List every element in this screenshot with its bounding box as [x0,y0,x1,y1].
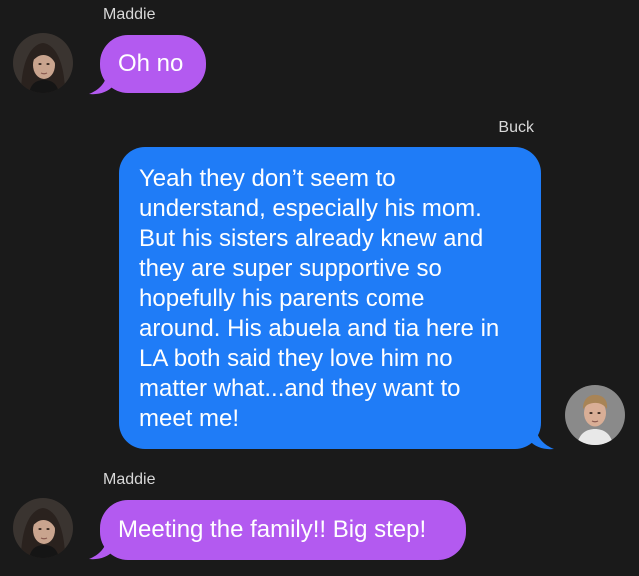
sender-name: Buck [498,119,534,136]
message-bubble-outgoing[interactable]: Yeah they don’t seem to understand, espe… [119,147,541,449]
bubble-tail [530,428,554,450]
buck-avatar-icon[interactable] [565,385,625,445]
message-bubble-incoming[interactable]: Meeting the family!! Big step! [100,500,466,560]
message-text: Meeting the family!! Big step! [118,516,427,543]
message-text: Oh no [118,50,184,77]
message-bubble-incoming[interactable]: Oh no [100,35,206,93]
sender-name: Maddie [103,471,156,488]
bubble-tail [89,538,113,560]
maddie-avatar-icon[interactable] [13,33,73,93]
bubble-tail [89,73,113,95]
message-text: Yeah they don’t seem to understand, espe… [139,165,500,432]
maddie-avatar-icon[interactable] [13,498,73,558]
sender-name: Maddie [103,6,156,23]
